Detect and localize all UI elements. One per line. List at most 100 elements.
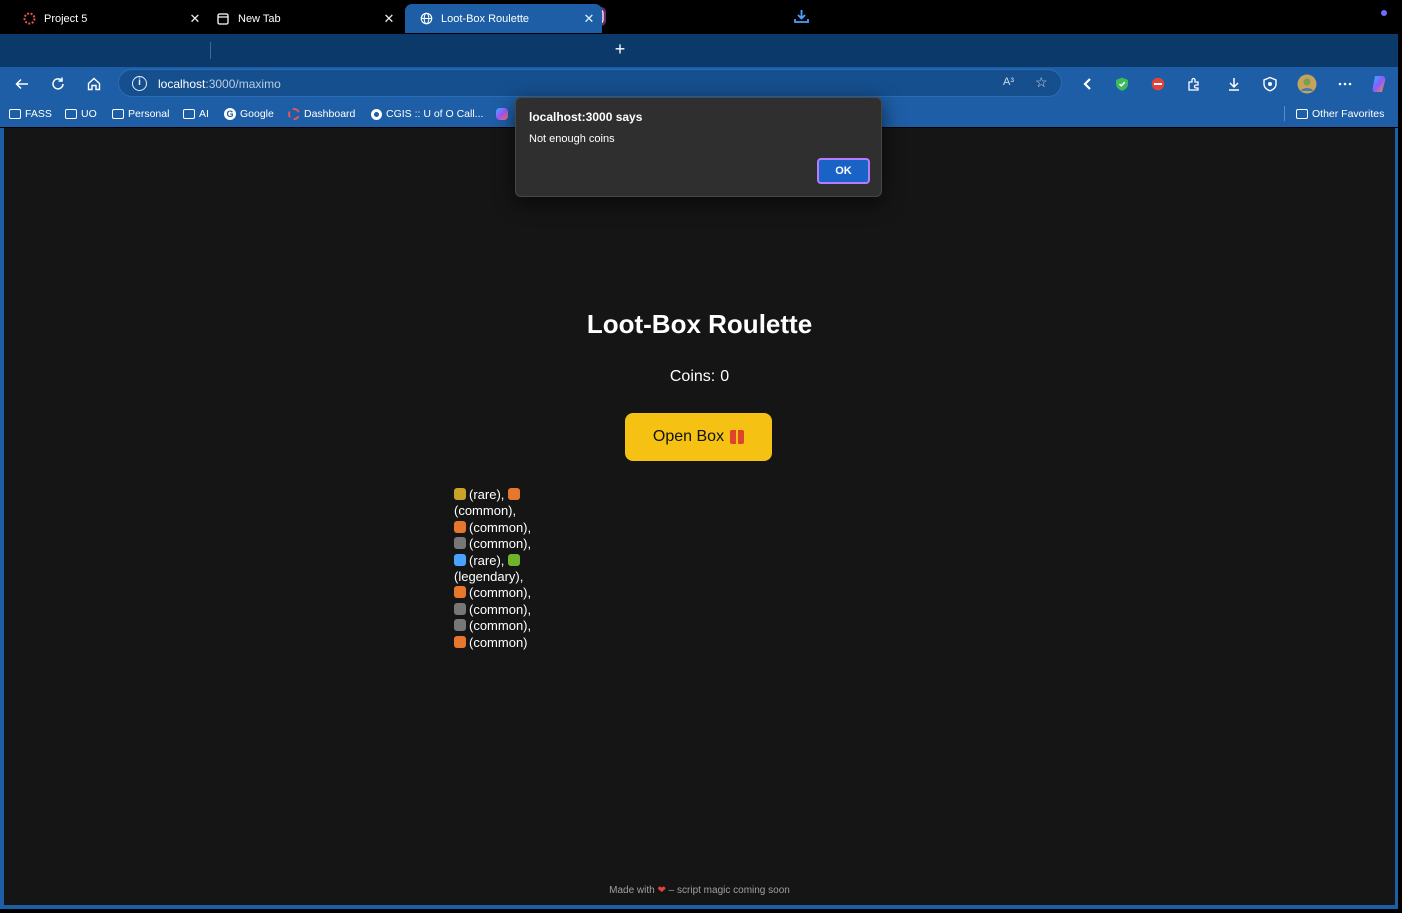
tab-new-tab[interactable]: New Tab ✕ [202, 4, 402, 33]
folder-icon [9, 109, 21, 119]
favorite-label: CGIS :: U of O Call... [386, 108, 484, 120]
open-box-label: Open Box [652, 428, 725, 445]
site-info-icon[interactable]: i [132, 76, 147, 91]
tab-project-5[interactable]: Project 5 ✕ [8, 4, 208, 33]
result-rarity: (common), [454, 503, 517, 519]
chevron-left-icon[interactable] [1076, 72, 1100, 96]
result-item: (common), [454, 618, 531, 633]
rock-icon [454, 619, 466, 632]
download-icon[interactable] [792, 7, 811, 26]
tab-close-icon[interactable]: ✕ [580, 11, 598, 27]
golden-idol-icon [454, 488, 466, 500]
footer-prefix: Made with [609, 885, 655, 896]
folder-icon [183, 109, 195, 119]
dialog-message: Not enough coins [529, 133, 615, 145]
favorite-uo[interactable]: UO [65, 106, 97, 122]
extensions-icon[interactable] [1182, 72, 1206, 96]
favorite-copilot[interactable] [496, 106, 512, 122]
favorite-label: AI [199, 108, 209, 120]
screen: Project 5 ✕ New Tab ✕ Loot-Box Roulette … [0, 0, 1402, 913]
result-rarity: (common), [469, 601, 532, 617]
other-favorites[interactable]: Other Favorites [1296, 106, 1384, 122]
favorite-personal[interactable]: Personal [112, 106, 169, 122]
back-icon[interactable] [10, 72, 34, 96]
open-box-button[interactable]: Open Box [625, 413, 772, 461]
o-icon [371, 108, 382, 120]
favorite-google[interactable]: G Google [224, 106, 274, 122]
favorite-star-icon[interactable]: ☆ [1035, 74, 1048, 91]
tab-loot-box-roulette[interactable]: Loot-Box Roulette ✕ [405, 4, 602, 33]
url-text[interactable]: localhost:3000/maximo [158, 77, 281, 91]
favorite-dashboard[interactable]: Dashboard [288, 106, 355, 122]
result-item: (rare), [454, 487, 504, 502]
tab-title: Loot-Box Roulette [441, 12, 530, 25]
copilot-icon [496, 108, 508, 120]
result-rarity: (common), [469, 618, 532, 634]
favorite-label: UO [81, 108, 97, 120]
ok-button[interactable]: OK [817, 158, 870, 184]
favorite-label: Google [240, 108, 274, 120]
rock-icon [454, 602, 466, 615]
results-list: (rare), (common), (common), (common), (r… [454, 487, 534, 651]
rock-icon [454, 537, 466, 550]
folder-icon [65, 109, 77, 119]
result-rarity: (common), [469, 585, 532, 601]
folder-icon [1296, 109, 1308, 119]
result-item: (common), [454, 520, 531, 535]
tab-title: Project 5 [44, 12, 88, 25]
alert-dialog: localhost:3000 says Not enough coins OK [515, 97, 882, 197]
more-options-icon[interactable] [1333, 72, 1357, 96]
dialog-title: localhost:3000 says [529, 110, 643, 124]
read-aloud-icon[interactable]: A³ [1003, 76, 1014, 88]
favorite-label: FASS [25, 108, 52, 120]
new-tab-button[interactable]: + [610, 38, 630, 60]
result-item: (common), [454, 602, 531, 617]
gem-icon [454, 553, 466, 566]
favorite-label: Dashboard [304, 108, 356, 120]
result-item: (common) [454, 635, 528, 650]
browser-toolbar: i localhost:3000/maximo A³ ☆ [0, 67, 1398, 100]
result-rarity: (legendary), [454, 569, 524, 585]
status-dot [1381, 10, 1387, 16]
coins-value: 0 [720, 368, 730, 385]
url-host: localhost [158, 77, 206, 91]
address-bar[interactable]: i localhost:3000/maximo A³ ☆ [118, 69, 1062, 97]
carrot-icon [454, 586, 466, 599]
gift-icon [730, 430, 745, 444]
result-rarity: (common), [469, 519, 532, 535]
frame-right [1395, 128, 1398, 909]
favorite-ai[interactable]: AI [183, 106, 209, 122]
downloads-icon[interactable] [1222, 72, 1246, 96]
carrot-icon [454, 635, 466, 648]
blocker-extension-icon[interactable] [1146, 72, 1170, 96]
home-icon[interactable] [82, 72, 106, 96]
frame-bottom [0, 905, 1398, 909]
result-rarity: (rare), [469, 552, 505, 568]
url-path: :3000/maximo [205, 77, 281, 91]
heart-icon: ❤ [657, 885, 666, 896]
result-item: (rare), [454, 553, 504, 568]
tab-close-icon[interactable]: ✕ [380, 11, 398, 27]
copilot-icon[interactable] [1367, 72, 1391, 96]
favorite-label: Personal [128, 108, 170, 120]
footer: Made with ❤ – script magic coming soon [4, 885, 1395, 896]
globe-icon [419, 12, 433, 26]
other-favorites-label: Other Favorites [1312, 108, 1385, 120]
project-favicon-icon [22, 12, 36, 26]
folder-icon [112, 109, 124, 119]
result-rarity: (rare), [469, 487, 505, 502]
favorites-divider [1284, 106, 1285, 121]
coins-label: Coins: [669, 368, 716, 385]
refresh-icon[interactable] [46, 72, 70, 96]
dashboard-icon [288, 108, 300, 120]
shield-extension-icon[interactable] [1110, 72, 1134, 96]
browser-essentials-icon[interactable] [1258, 72, 1282, 96]
result-rarity: (common) [469, 634, 528, 650]
favorite-cgis[interactable]: CGIS :: U of O Call... [371, 106, 483, 122]
page-title: Loot-Box Roulette [586, 309, 813, 339]
favorite-fass[interactable]: FASS [9, 106, 52, 122]
result-item: (common), [454, 536, 531, 551]
footer-suffix: – script magic coming soon [668, 885, 790, 896]
avatar[interactable] [1295, 72, 1319, 96]
carrot-icon [454, 520, 466, 533]
